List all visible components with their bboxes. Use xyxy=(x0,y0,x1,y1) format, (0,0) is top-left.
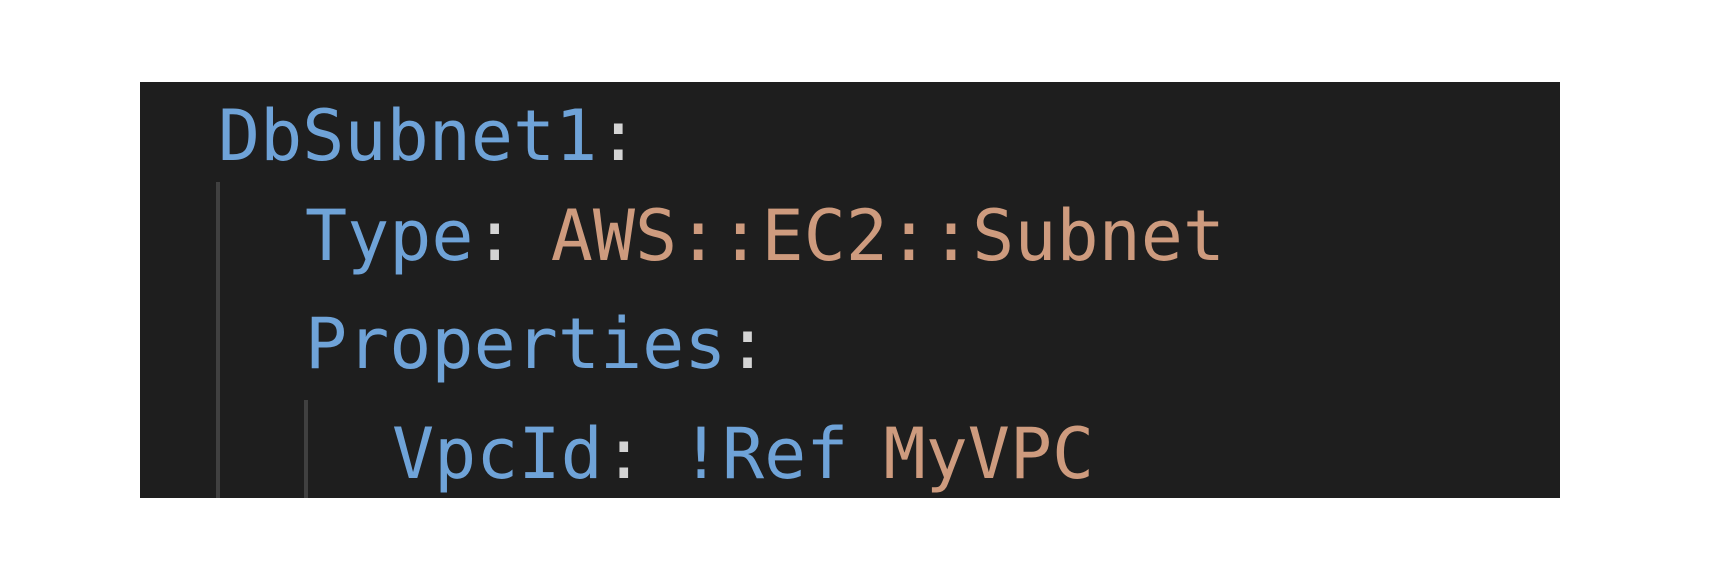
code-editor[interactable]: DbSubnet1: Type: AWS::EC2::Subnet Propert… xyxy=(140,82,1560,498)
indent-guide xyxy=(216,182,220,498)
yaml-colon: : xyxy=(602,413,645,495)
code-line-properties: Properties: xyxy=(305,290,769,399)
yaml-value: AWS::EC2::Subnet xyxy=(550,195,1226,277)
yaml-key: Properties xyxy=(305,303,727,385)
indent-guide xyxy=(304,400,308,498)
yaml-value: MyVPC xyxy=(883,413,1095,495)
yaml-key: VpcId xyxy=(392,413,603,495)
yaml-colon: : xyxy=(597,95,640,177)
yaml-key: DbSubnet1 xyxy=(218,95,598,177)
yaml-key: Type xyxy=(305,195,474,277)
yaml-tag: !Ref xyxy=(679,413,849,495)
code-line-type: Type: AWS::EC2::Subnet xyxy=(305,182,1225,291)
code-line-vpcid: VpcId: !Ref MyVPC xyxy=(392,400,1094,498)
code-line-dbsubnet1: DbSubnet1: xyxy=(218,82,639,191)
yaml-colon: : xyxy=(726,303,769,385)
yaml-colon: : xyxy=(473,195,516,277)
